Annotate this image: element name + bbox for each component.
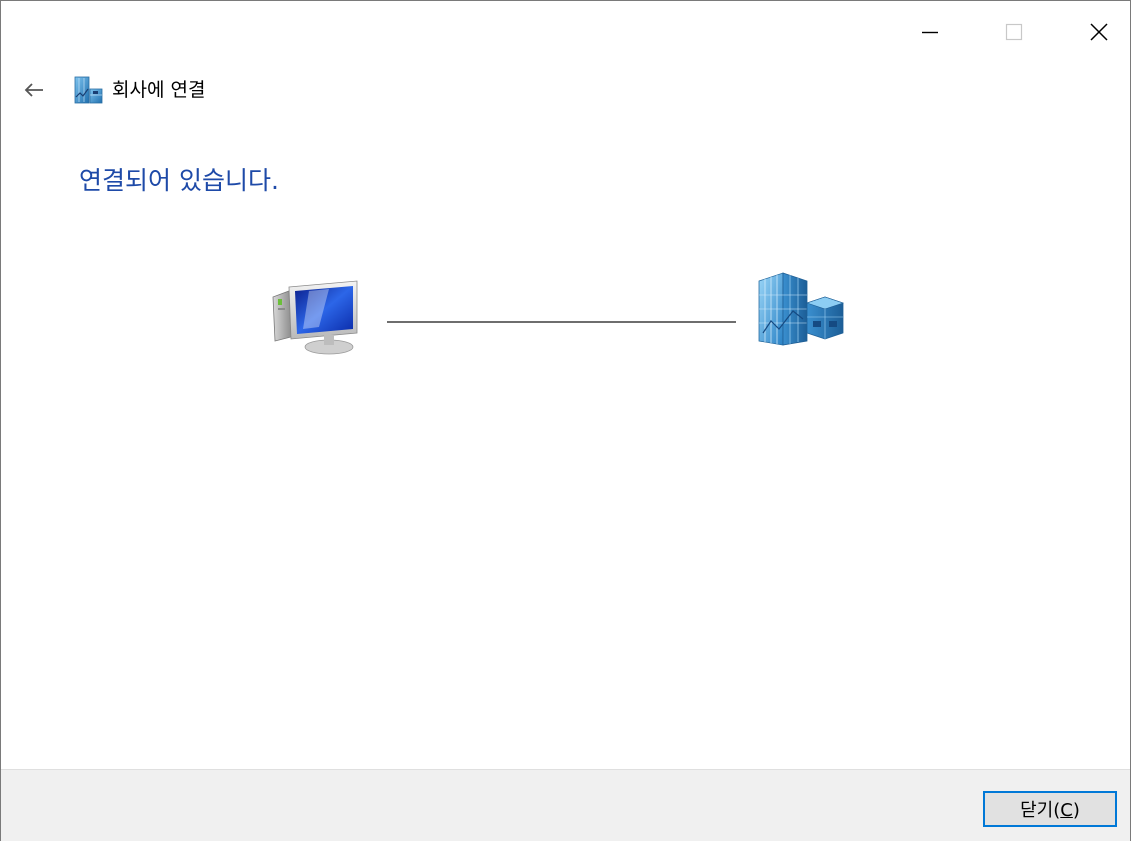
wizard-title: 회사에 연결 [112,79,206,101]
minimize-button[interactable] [907,1,953,63]
footer-bar: 닫기(C) [1,769,1130,841]
page-title: 연결되어 있습니다. [79,166,279,195]
workplace-building-large-icon [758,272,844,346]
connection-line [387,321,736,323]
close-button[interactable]: 닫기(C) [983,791,1117,827]
back-button[interactable] [21,77,47,103]
workplace-building-icon [74,76,103,104]
back-arrow-icon [24,83,43,97]
close-window-button[interactable] [1076,1,1122,63]
connect-to-workplace-window: 회사에 연결 연결되어 있습니다. 닫기(C) [0,0,1131,841]
minimize-icon [922,31,938,34]
close-icon [1090,23,1108,41]
close-button-access-key: C [1060,800,1073,821]
maximize-icon [1005,23,1023,41]
close-button-label: 닫기(C) [1020,800,1080,821]
computer-icon [272,280,358,355]
maximize-button[interactable] [991,1,1037,63]
